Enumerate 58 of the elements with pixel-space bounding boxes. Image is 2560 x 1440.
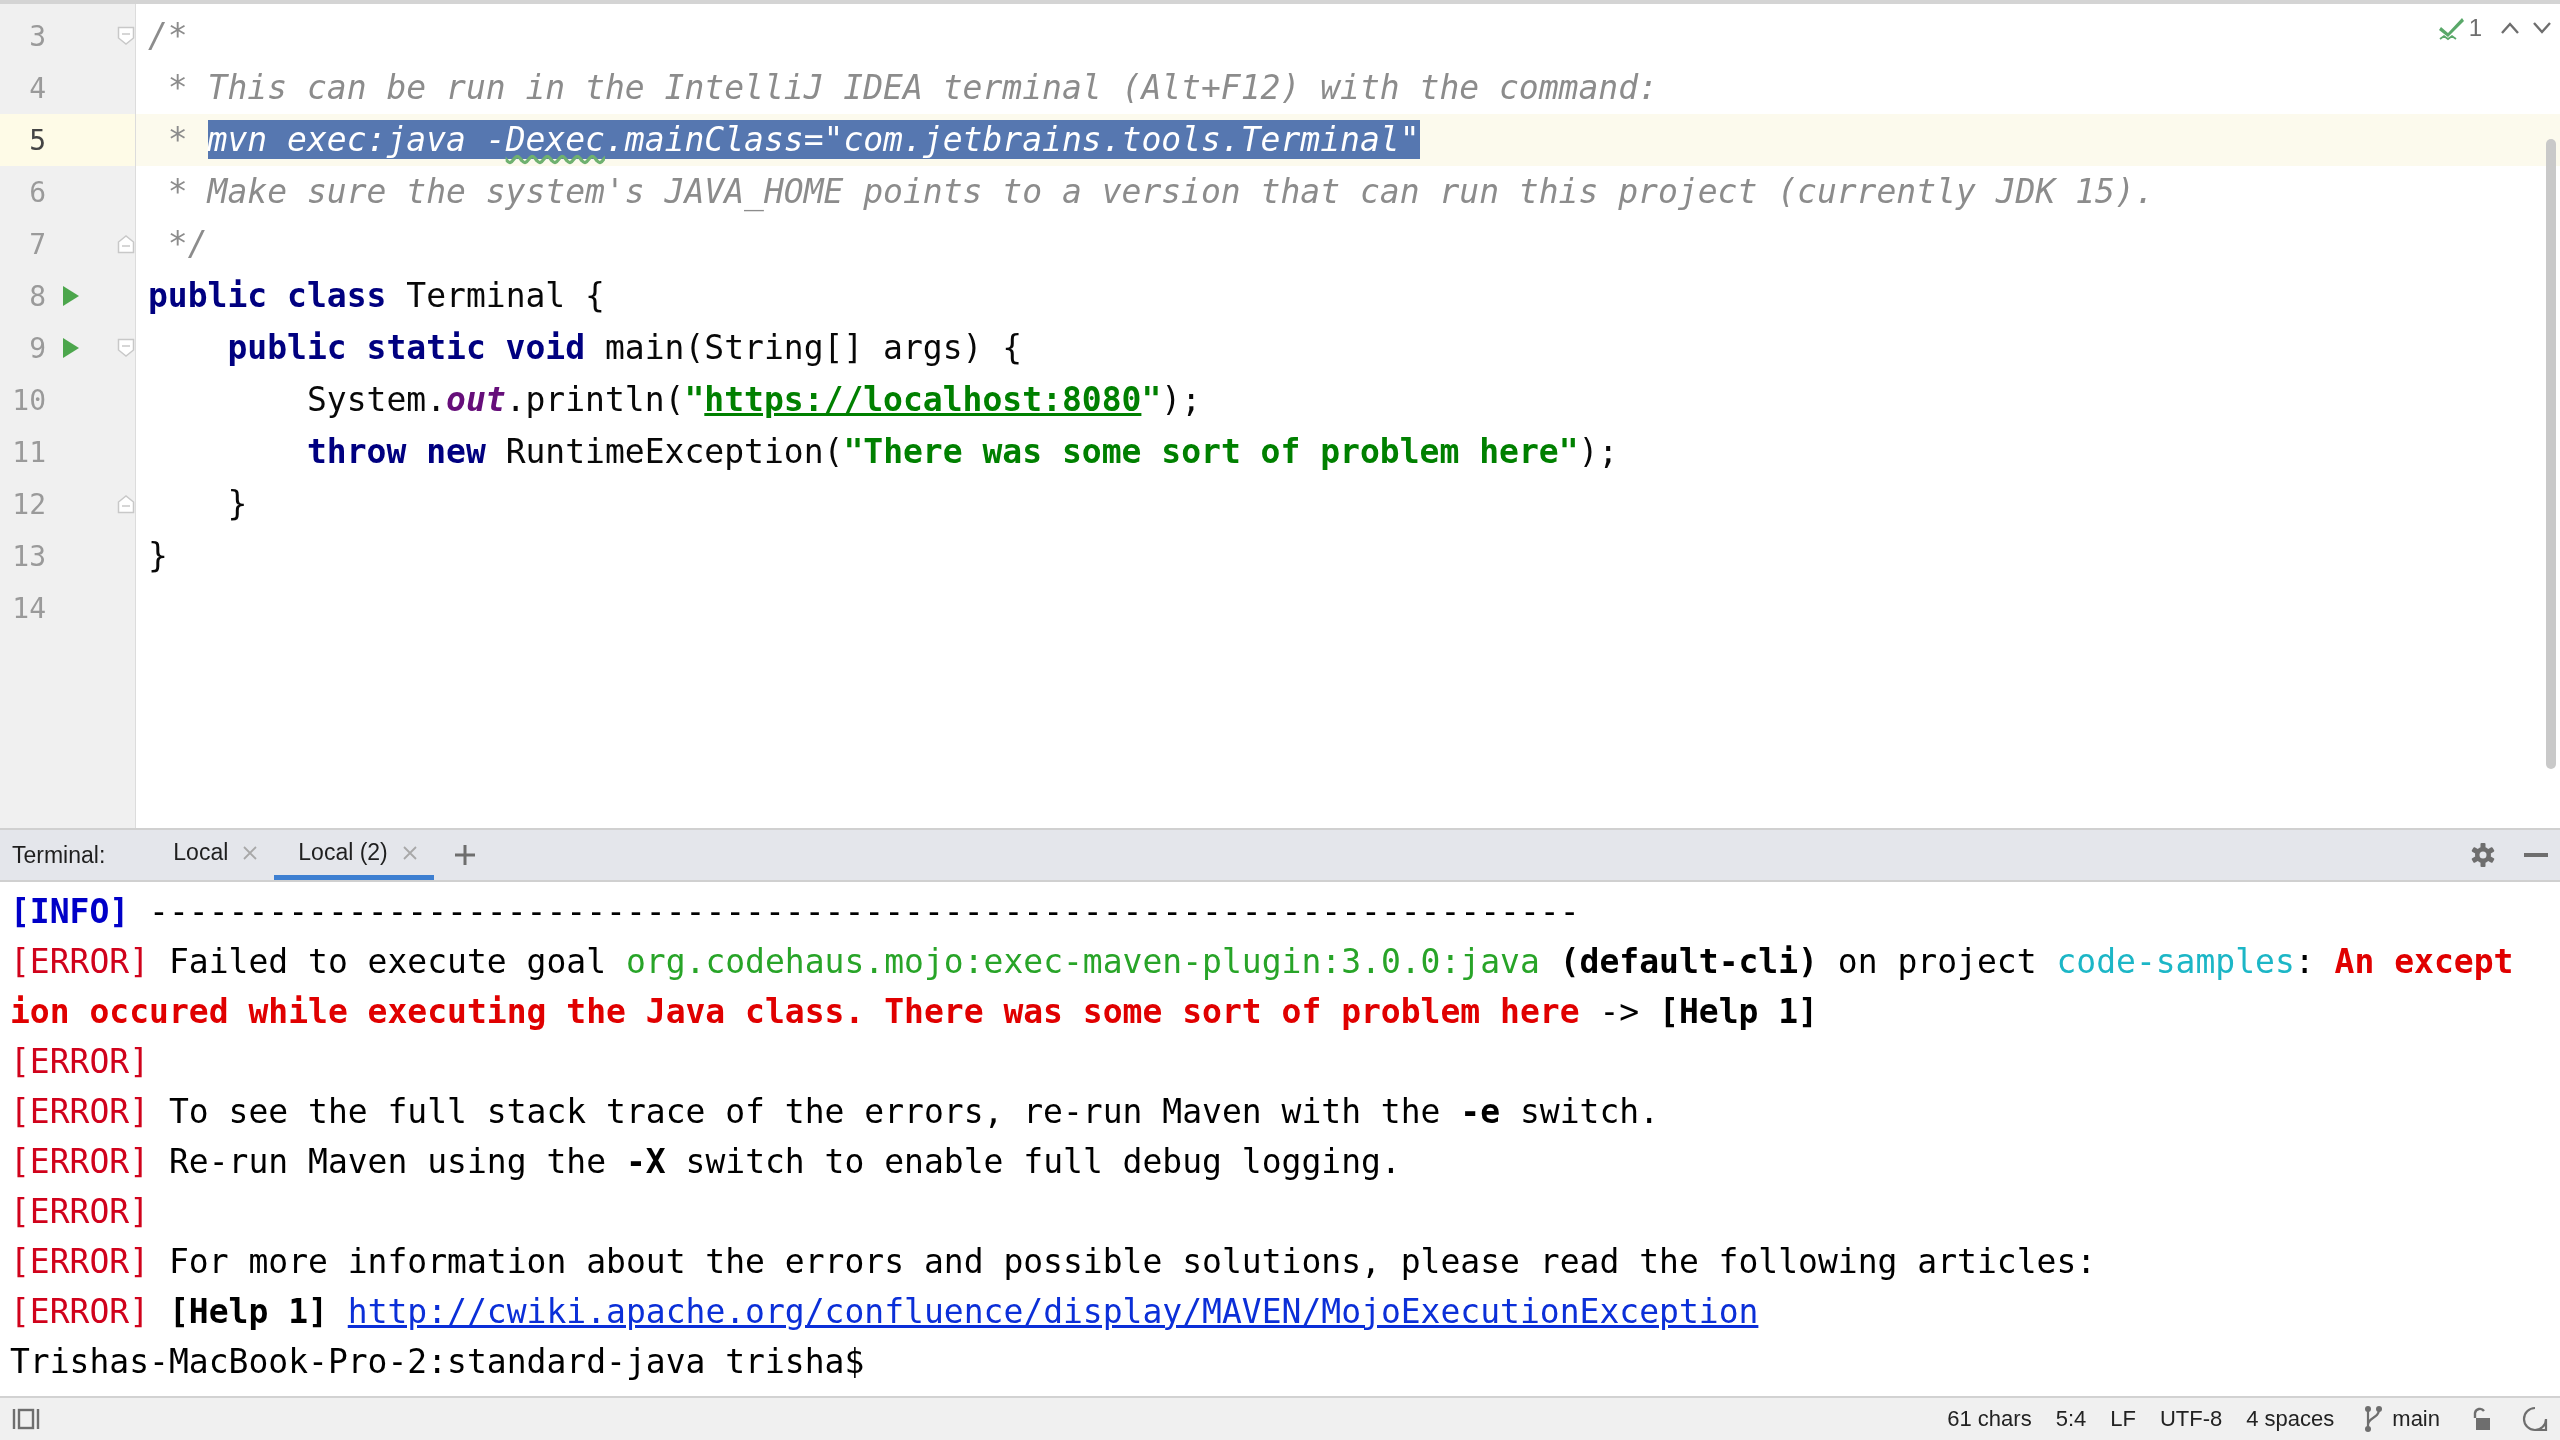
fold-icon[interactable]	[117, 234, 135, 254]
code-line: System.out.println("https://localhost:8080");	[305, 379, 1202, 421]
branch-icon	[2364, 1405, 2383, 1433]
run-icon[interactable]	[62, 285, 80, 307]
code-line: public class Terminal {	[148, 275, 605, 317]
url-link[interactable]: http://cwiki.apache.org/confluence/display/MAVEN/MojoExecutionException	[347, 1291, 1759, 1331]
status-item[interactable]: LF	[2110, 1406, 2136, 1432]
panel-toggle-icon[interactable]	[12, 1408, 40, 1430]
line-number: 5	[28, 123, 46, 157]
line-number: 7	[28, 227, 46, 261]
terminal-line: ion occured while executing the Java class. There was some sort of problem here -> [Help 1]	[10, 991, 1818, 1031]
terminal-tab[interactable]: Local	[149, 830, 275, 880]
code-line: }	[226, 483, 248, 525]
terminal-line: [ERROR] [Help 1] http://cwiki.apache.org/confluence/display/MAVEN/MojoExecutionException	[10, 1291, 1759, 1331]
terminal-label: Terminal:	[12, 841, 106, 869]
code-line: * This can be run in the IntelliJ IDEA terminal (Alt+F12) with the command:	[166, 67, 1658, 109]
terminal-line: [INFO] ------------------------------------------------------------------------	[10, 891, 1580, 931]
code-line: }	[148, 535, 168, 577]
close-icon[interactable]	[401, 844, 418, 861]
line-number: 8	[28, 279, 46, 313]
status-item[interactable]: 4 spaces	[2246, 1406, 2335, 1432]
line-number: 4	[28, 71, 46, 105]
status-item[interactable]: 5:4	[2055, 1406, 2087, 1432]
line-number: 13	[11, 539, 46, 573]
chevron-up-icon[interactable]	[2500, 21, 2520, 35]
run-icon[interactable]	[62, 337, 80, 359]
fold-icon[interactable]	[117, 338, 135, 358]
code-line: /*	[148, 15, 188, 57]
notifications-icon[interactable]	[2522, 1406, 2548, 1432]
line-number: 6	[28, 175, 46, 209]
code-line: public static void main(String[] args) {	[226, 327, 1023, 369]
terminal-line: Trishas-MacBook-Pro-2:standard-java trisha$	[10, 1341, 865, 1381]
fold-icon[interactable]	[117, 26, 135, 46]
terminal-line: [ERROR] To see the full stack trace of the errors, re-run Maven with the -e switch.	[10, 1091, 1660, 1131]
terminal-line: [ERROR]	[10, 1041, 150, 1081]
line-number: 11	[11, 435, 46, 469]
inspection-count: 1	[2468, 14, 2482, 42]
chevron-down-icon[interactable]	[2532, 21, 2552, 35]
terminal-line: [ERROR]	[10, 1191, 150, 1231]
status-item[interactable]: UTF-8	[2159, 1406, 2223, 1432]
code-line: throw new RuntimeException("There was some sort of problem here");	[305, 431, 1619, 473]
code-line: * Make sure the system's JAVA_HOME points to a version that can run this project (currently JDK 15).	[166, 171, 2155, 214]
status-item[interactable]: 61 chars	[1947, 1406, 2032, 1432]
terminal-line: [ERROR] Failed to execute goal org.codehaus.mojo:exec-maven-plugin:3.0.0:java (default-cli) on project code-samples: An except	[10, 941, 2514, 981]
line-number: 3	[28, 19, 46, 53]
scrollbar-thumb[interactable]	[2546, 139, 2556, 769]
line-number: 9	[28, 331, 46, 365]
line-number: 10	[11, 383, 46, 417]
line-number: 14	[11, 591, 46, 625]
branch-widget[interactable]: main	[2364, 1405, 2440, 1433]
plus-icon[interactable]	[453, 844, 476, 866]
terminal-line: [ERROR] For more information about the errors and possible solutions, please read the following articles:	[10, 1241, 2097, 1281]
code-line: */	[166, 223, 208, 265]
settings-icon[interactable]	[2470, 842, 2496, 868]
line-number: 12	[11, 487, 46, 521]
terminal-line: [ERROR] Re-run Maven using the -X switch to enable full debug logging.	[10, 1141, 1401, 1181]
close-icon[interactable]	[242, 844, 259, 861]
fold-icon[interactable]	[117, 494, 135, 514]
